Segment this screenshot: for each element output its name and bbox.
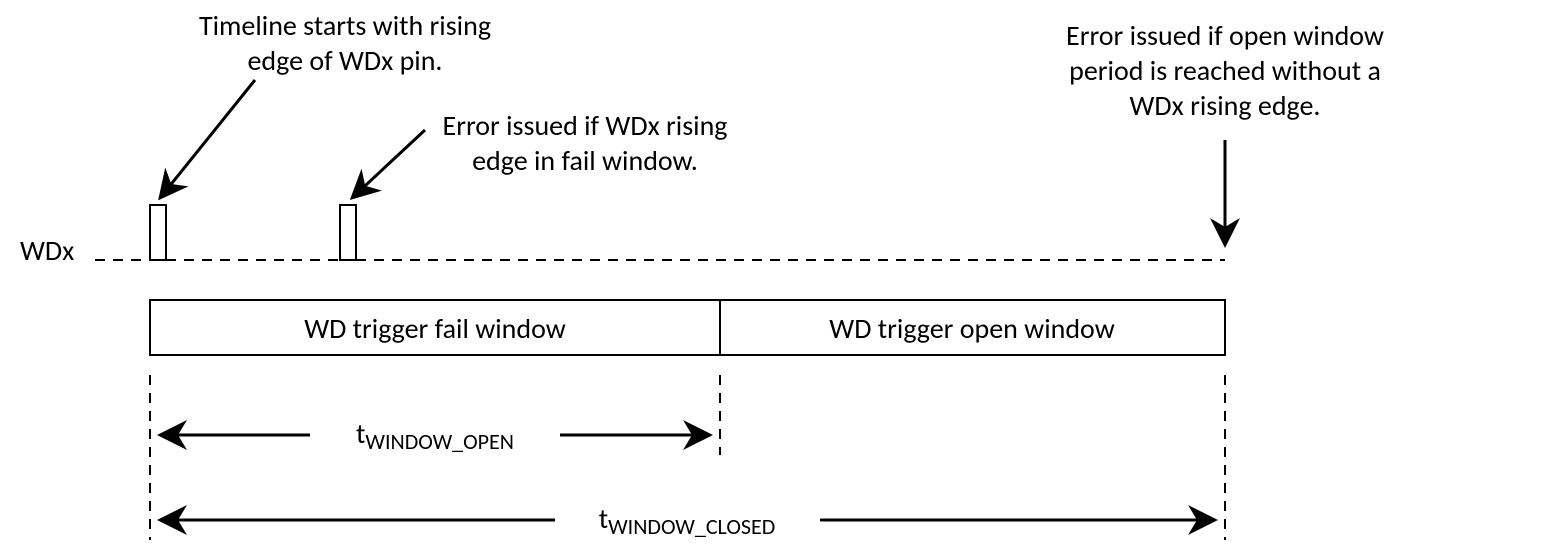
annotation-open-line3: WDx rising edge. [1130,88,1321,123]
open-window-label: WD trigger open window [829,311,1114,346]
t-window-closed-measure: tWINDOW_CLOSED [160,501,1215,540]
annotation-fail-line2: edge in fail window. [472,143,698,178]
annotation-fail-line1: Error issued if WDx rising [443,108,728,143]
annotation-open-line1: Error issued if open window [1066,18,1384,53]
annotation-start-line1: Timeline starts with rising [199,8,491,43]
t-window-open-sub: WINDOW_OPEN [365,428,514,455]
signal-name-label: WDx [20,233,74,268]
t-window-open-measure: tWINDOW_OPEN [160,416,710,455]
arrow-icon [352,130,425,198]
annotation-start: Timeline starts with rising edge of WDx … [160,8,491,198]
svg-text:tWINDOW_OPEN: tWINDOW_OPEN [356,416,514,455]
svg-text:tWINDOW_CLOSED: tWINDOW_CLOSED [599,501,776,540]
window-boxes: WD trigger fail window WD trigger open w… [150,300,1225,355]
annotation-open: Error issued if open window period is re… [1066,18,1384,245]
annotation-start-line2: edge of WDx pin. [247,43,442,78]
wdx-waveform [95,205,1225,260]
annotation-fail: Error issued if WDx rising edge in fail … [352,108,727,198]
t-window-open-prefix: t [356,416,365,451]
arrow-icon [160,80,255,198]
annotation-open-line2: period is reached without a [1069,53,1381,88]
fail-window-label: WD trigger fail window [304,311,566,346]
t-window-closed-prefix: t [599,501,608,536]
t-window-closed-sub: WINDOW_CLOSED [608,513,775,540]
